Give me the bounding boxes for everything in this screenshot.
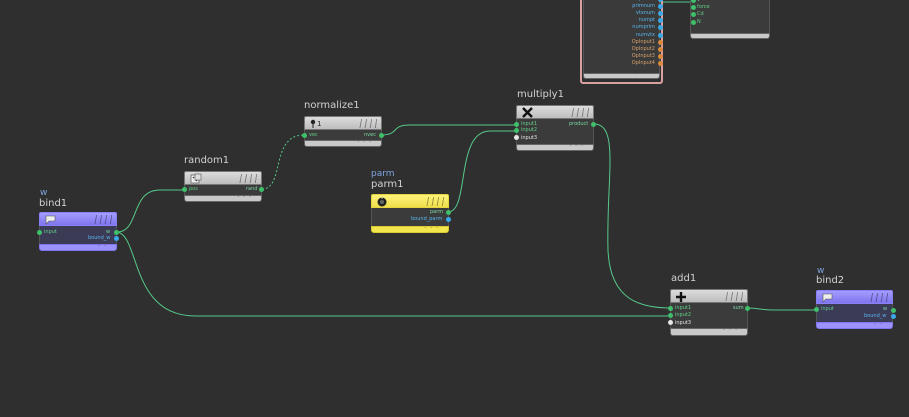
port-label: Cd [697,11,704,18]
port-label: v [697,0,700,3]
node-header[interactable] [184,171,262,185]
node-title: random1 [184,155,230,166]
wire-random1-normalize1 [261,134,305,190]
port-output-w[interactable] [114,230,119,235]
dice-icon [190,173,202,184]
node-type-label: parm [371,169,395,179]
port-output[interactable] [745,306,750,311]
port-label: OpInput1 [631,38,655,45]
wire-normalize1-multiply1 [380,124,517,136]
port-output-bound[interactable] [114,236,119,241]
port-output[interactable] [658,60,663,66]
wire-add1-bind2 [746,307,816,311]
knob-icon [377,197,387,207]
top-node-a[interactable]: ··· ptnumprimnumvtxnumnumptnumprimnumvtx… [580,0,663,84]
port-label: OpInput3 [631,52,655,59]
port-label: nvec [364,132,376,138]
port-label: force [697,4,710,11]
port-label: pos [189,186,198,192]
port-input[interactable] [691,19,696,25]
port-output[interactable] [658,53,663,59]
port-label: primnum [632,3,655,10]
port-output[interactable] [591,122,596,127]
port-input1[interactable] [668,306,673,311]
node-title: multiply1 [517,89,564,100]
svg-text:1: 1 [317,120,321,128]
port-label: product [569,121,589,127]
wire-parm1-multiply1 [447,130,517,213]
port-output-parm[interactable] [446,210,451,215]
node-title: add1 [671,273,697,284]
port-output[interactable] [379,133,384,138]
port-input2[interactable] [668,313,673,318]
port-output-bound[interactable] [446,217,451,222]
port-output[interactable] [259,187,264,192]
node-header[interactable] [39,212,117,226]
port-label: numprim [632,24,655,31]
port-label: ptnum [639,0,655,2]
port-label: vtxnum [635,10,655,17]
wire-bind1-add1 [116,231,671,317]
port-label: parm [430,209,444,215]
node-header[interactable] [516,105,594,119]
network-wires [116,1,816,317]
port-input[interactable] [302,133,307,138]
top-node-b[interactable]: ··· v force Cd N [690,0,770,42]
port-label: input2 [675,312,692,318]
speech-bubble-icon [822,293,833,303]
speech-bubble-icon [45,215,56,225]
port-label: input1 [675,305,692,311]
port-label: bound_w [88,235,111,241]
wire-bind1-random1 [116,189,185,233]
node-title: parm1 [371,179,404,190]
node-title: bind1 [39,198,68,209]
port-label: numvtx [635,31,655,38]
port-output-bound[interactable] [891,314,896,319]
node-header[interactable] [670,289,748,303]
port-label: input3 [521,135,538,141]
port-label: input3 [675,320,692,326]
node-title: bind2 [816,275,845,286]
port-output[interactable] [658,39,663,45]
port-input1[interactable] [514,122,519,127]
port-label: vec [309,132,318,138]
port-label: input [44,229,57,235]
plus-icon [676,292,686,302]
port-input[interactable] [814,307,819,312]
port-label: sum [733,305,744,311]
port-input[interactable] [37,230,42,235]
port-output[interactable] [658,32,663,38]
pin-icon: 1 [310,119,321,128]
port-label: numpt [638,17,655,24]
port-label: input [821,306,834,312]
node-header[interactable]: 1 [304,116,382,130]
node-title: normalize1 [304,100,360,111]
multiply-icon [522,107,533,118]
node-type-label: w [40,188,48,198]
port-output[interactable] [658,46,663,52]
port-label: OpInput2 [631,45,655,52]
port-label: bound_parm [411,216,443,222]
port-output-w[interactable] [891,308,896,313]
port-label: OpInput4 [631,59,655,66]
port-label: N [697,18,701,25]
node-header[interactable] [816,290,893,304]
port-label: input2 [521,127,538,133]
port-label: w [883,306,888,312]
node-header[interactable] [371,194,449,208]
port-label: bound_w [864,313,887,319]
port-label: rand [246,186,258,192]
port-input2[interactable] [514,128,519,133]
port-input[interactable] [182,187,187,192]
port-input3[interactable] [668,320,673,325]
wire-multiply1-add1 [593,123,672,309]
port-input3[interactable] [514,135,519,140]
